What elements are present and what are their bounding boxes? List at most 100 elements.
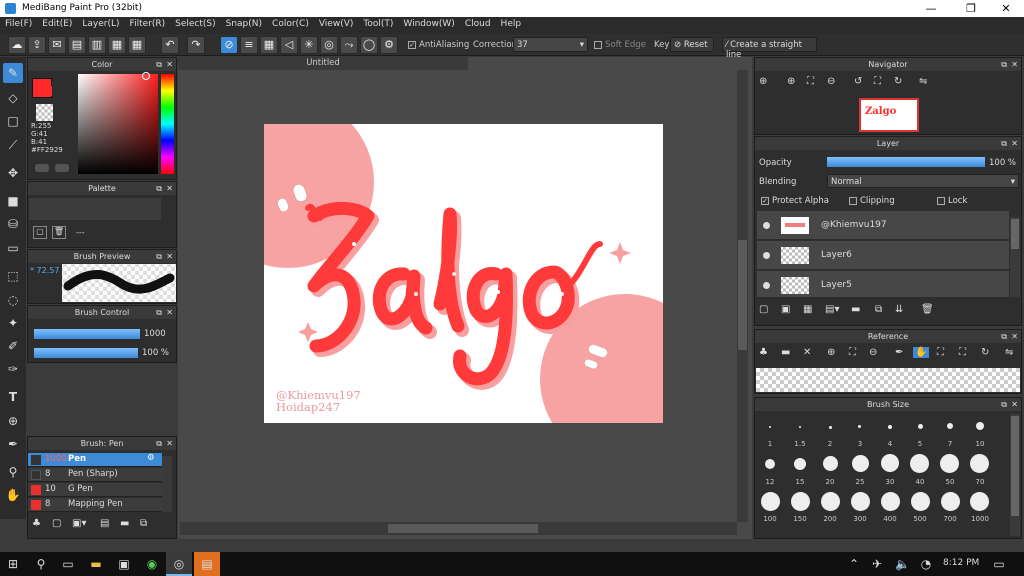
eyedropper-icon[interactable]: ✒ [895,347,903,358]
add-reference-icon[interactable]: ♣ [759,347,768,358]
halftone-layer-icon[interactable]: ▦ [803,304,812,315]
close-icon[interactable]: ✕ [166,437,173,450]
magic-wand-icon[interactable]: ✦ [3,313,23,333]
new-page-icon[interactable]: ▤ [68,36,86,54]
brush-dot[interactable] [910,454,929,473]
flip-icon[interactable]: ⇋ [919,76,927,87]
new-palette-icon[interactable]: ▢ [33,226,47,239]
lasso-tool-icon[interactable]: ◌ [3,290,23,310]
document-icon[interactable]: ▦ [108,36,126,54]
parallel-snap-icon[interactable]: ≡ [240,36,258,54]
layer-row[interactable]: Layer6 [757,241,1009,270]
brush-dot[interactable] [918,424,923,429]
new-brush-icon[interactable]: ▢ [52,518,61,529]
clipping-option[interactable]: Clipping [849,196,895,206]
brush-dot[interactable] [911,492,930,511]
brush-dot[interactable] [941,492,960,511]
zoom-in-icon[interactable]: ⊕ [759,76,767,87]
minimize-button[interactable]: — [913,0,949,17]
brush-item-pen-sharp[interactable]: 8 Pen (Sharp) [28,468,162,482]
brush-dot[interactable] [823,456,838,471]
close-icon[interactable]: ✕ [166,58,173,71]
brush-dot[interactable] [940,454,959,473]
straight-line-button[interactable]: ⁄ Create a straight line [722,37,817,60]
navigator-thumbnail[interactable]: Zalgo [859,98,919,132]
volume-icon[interactable]: 🔈 [895,557,910,571]
close-reference-icon[interactable]: ✕ [803,347,811,358]
layer-opacity-slider[interactable] [827,157,985,167]
wifi-icon[interactable]: ◔ [919,557,933,571]
horizontal-scroll-thumb[interactable] [388,524,538,533]
open-reference-icon[interactable]: ▬ [781,347,790,358]
canvas-tab[interactable]: Untitled [178,57,468,70]
brush-dot[interactable] [794,458,806,470]
brush-dot[interactable] [881,454,899,472]
brush-dot[interactable] [799,426,801,428]
fill-rect-tool-icon[interactable]: ■ [3,191,23,211]
vertical-scroll-thumb[interactable] [738,240,747,350]
task-view-icon[interactable]: ▭ [61,557,75,571]
vertical-scrollbar[interactable] [737,70,748,522]
cloud-icon[interactable]: ☁ [8,36,26,54]
windows-start-icon[interactable]: ⊞ [6,557,20,571]
visibility-eye-icon[interactable] [763,252,770,259]
brush-size-scroll-thumb[interactable] [1011,416,1019,516]
app-taskbar-icon[interactable]: ▤ [194,552,220,576]
artboard[interactable]: Zalgo @Khiemvu197 Hoidap247 [264,124,663,423]
fit-screen-icon[interactable]: ⛶ [874,76,881,87]
brush-dot[interactable] [765,459,775,469]
clock[interactable]: 8:12 PM [943,558,979,568]
pin-icon[interactable]: ⧉ [156,437,162,450]
gear-icon[interactable]: ⚙ [147,453,155,463]
page-icon[interactable]: ▥ [88,36,106,54]
bucket-tool-icon[interactable]: ⛁ [3,214,23,234]
menu-filter[interactable]: Filter(R) [125,17,171,34]
zoom-fit-icon[interactable]: ⛶ [937,347,944,358]
curve-snap-icon[interactable]: ⤳ [340,36,358,54]
dot-tool-icon[interactable]: □ [3,111,23,131]
brush-item-pen[interactable]: 1000 Pen ⚙ [28,453,162,467]
trash-icon[interactable]: 🗑 [52,226,66,239]
horizontal-scrollbar[interactable] [180,522,737,535]
rotate-icon[interactable]: ↻ [981,347,989,358]
snap-settings-icon[interactable]: ⚙ [380,36,398,54]
brush-size-slider[interactable] [34,329,140,339]
brush-dot[interactable] [858,425,861,428]
close-icon[interactable]: ✕ [166,250,173,263]
protect-alpha-checkbox[interactable]: ✓ [761,196,769,205]
file-explorer-icon[interactable]: ▬ [89,557,103,571]
duplicate-icon[interactable]: ⧉ [140,518,147,529]
add-layer-dropdown-icon[interactable]: ▤▾ [825,304,839,315]
snap-off-icon[interactable]: ⊘ [220,36,238,54]
brush-opacity-slider[interactable] [34,348,138,358]
brush-size-scrollbar[interactable] [1010,414,1020,536]
menu-edit[interactable]: Edit(E) [37,17,77,34]
add-color-button[interactable] [35,164,49,172]
circle-snap-icon[interactable]: ◎ [320,36,338,54]
hand-icon[interactable]: ✋ [913,347,930,358]
select-tool-icon[interactable]: ⬚ [3,266,23,286]
layer-row[interactable]: Layer5 [757,271,1009,298]
brush-dot[interactable] [970,492,989,511]
brush-dot[interactable] [769,426,771,428]
import-brush-icon[interactable]: ▤ [100,518,109,529]
new-raster-layer-icon[interactable]: ▣ [781,304,790,315]
line-tool-icon[interactable]: ⟋ [3,135,23,155]
saturation-value-picker[interactable] [78,74,158,174]
pin-icon[interactable]: ⧉ [1001,330,1007,343]
pin-icon[interactable]: ⧉ [156,250,162,263]
fit-icon[interactable]: ⛶ [849,347,856,358]
brush-dot[interactable] [976,422,984,430]
browser-icon[interactable]: ◉ [145,557,159,571]
gradient-tool-icon[interactable]: ▭ [3,238,23,258]
menu-file[interactable]: File(F) [0,17,37,34]
reference-image-area[interactable] [756,368,1020,392]
menu-window[interactable]: Window(W) [398,17,459,34]
notifications-icon[interactable]: ▭ [992,557,1006,571]
close-icon[interactable]: ✕ [1011,137,1018,150]
brush-dot[interactable] [970,454,989,473]
brush-dot[interactable] [851,492,870,511]
menu-snap[interactable]: Snap(N) [221,17,267,34]
pin-icon[interactable]: ⧉ [1001,137,1007,150]
operation-tool-icon[interactable]: ⊕ [3,411,23,431]
